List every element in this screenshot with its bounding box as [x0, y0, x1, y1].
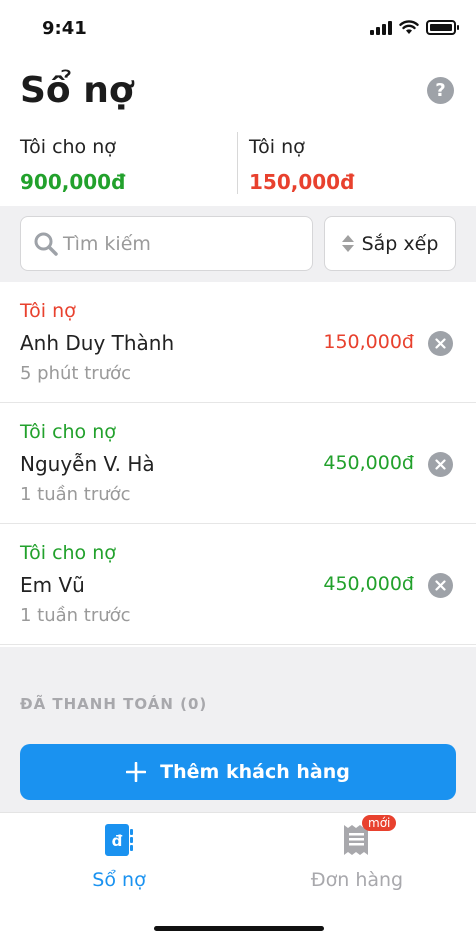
page-title: Sổ nợ	[20, 70, 134, 111]
plus-icon	[126, 762, 147, 782]
summary-owe: Tôi nợ 150,000đ	[249, 136, 354, 194]
debt-summary: Tôi cho nợ 900,000đ Tôi nợ 150,000đ	[0, 130, 476, 200]
add-customer-label: Thêm khách hàng	[160, 761, 350, 783]
add-customer-button[interactable]: Thêm khách hàng	[20, 744, 456, 800]
debt-row[interactable]: Tôi nợ Anh Duy Thành 5 phút trước 150,00…	[0, 282, 476, 403]
summary-lent-label: Tôi cho nợ	[20, 136, 116, 158]
help-icon[interactable]: ?	[427, 77, 454, 104]
debt-name: Em Vũ	[20, 573, 85, 597]
debt-list: Tôi nợ Anh Duy Thành 5 phút trước 150,00…	[0, 282, 476, 645]
sort-icon	[341, 235, 354, 252]
paid-section-label[interactable]: ĐÃ THANH TOÁN (0)	[20, 695, 207, 713]
summary-owe-amount: 150,000đ	[249, 170, 355, 194]
status-time: 9:41	[42, 18, 87, 39]
debt-type: Tôi nợ	[20, 300, 76, 322]
ledger-icon: đ	[104, 823, 134, 861]
debt-name: Anh Duy Thành	[20, 331, 175, 355]
new-badge: mới	[362, 815, 397, 831]
wifi-icon	[399, 20, 419, 34]
home-indicator	[154, 926, 324, 931]
debt-amount: 450,000đ	[323, 573, 414, 595]
remove-icon[interactable]	[428, 452, 453, 477]
search-placeholder: Tìm kiếm	[63, 232, 151, 255]
remove-icon[interactable]	[428, 331, 453, 356]
battery-icon	[426, 20, 459, 35]
paid-section: ĐÃ THANH TOÁN (0) Thêm khách hàng	[0, 647, 476, 812]
sort-label: Sắp xếp	[361, 232, 439, 255]
debt-type: Tôi cho nợ	[20, 542, 116, 564]
search-bar: Tìm kiếm Sắp xếp	[0, 206, 476, 282]
remove-icon[interactable]	[428, 573, 453, 598]
debt-type: Tôi cho nợ	[20, 421, 116, 443]
tab-debt-book[interactable]: đ Sổ nợ	[0, 813, 238, 903]
debt-name: Nguyễn V. Hà	[20, 452, 155, 476]
status-icons	[370, 20, 459, 35]
tab-orders-label: Đơn hàng	[310, 869, 404, 891]
debt-row[interactable]: Tôi cho nợ Nguyễn V. Hà 1 tuần trước 450…	[0, 403, 476, 524]
debt-amount: 150,000đ	[323, 331, 414, 353]
search-input[interactable]: Tìm kiếm	[20, 216, 313, 271]
debt-row[interactable]: Tôi cho nợ Em Vũ 1 tuần trước 450,000đ	[0, 524, 476, 645]
sort-button[interactable]: Sắp xếp	[324, 216, 456, 271]
summary-divider	[237, 132, 238, 194]
status-bar: 9:41	[0, 0, 476, 60]
summary-lent: Tôi cho nợ 900,000đ	[20, 136, 125, 194]
debt-time: 1 tuần trước	[20, 605, 131, 626]
tab-orders[interactable]: mới Đơn hàng	[238, 813, 476, 903]
summary-lent-amount: 900,000đ	[20, 170, 126, 194]
search-icon	[34, 232, 58, 256]
tab-bar: đ Sổ nợ mới Đơn hàng	[0, 812, 476, 942]
debt-time: 5 phút trước	[20, 363, 131, 384]
summary-owe-label: Tôi nợ	[249, 136, 305, 158]
cellular-signal-icon	[370, 20, 392, 35]
debt-amount: 450,000đ	[323, 452, 414, 474]
debt-time: 1 tuần trước	[20, 484, 131, 505]
tab-debt-book-label: Sổ nợ	[92, 869, 146, 891]
svg-text:đ: đ	[112, 832, 123, 850]
